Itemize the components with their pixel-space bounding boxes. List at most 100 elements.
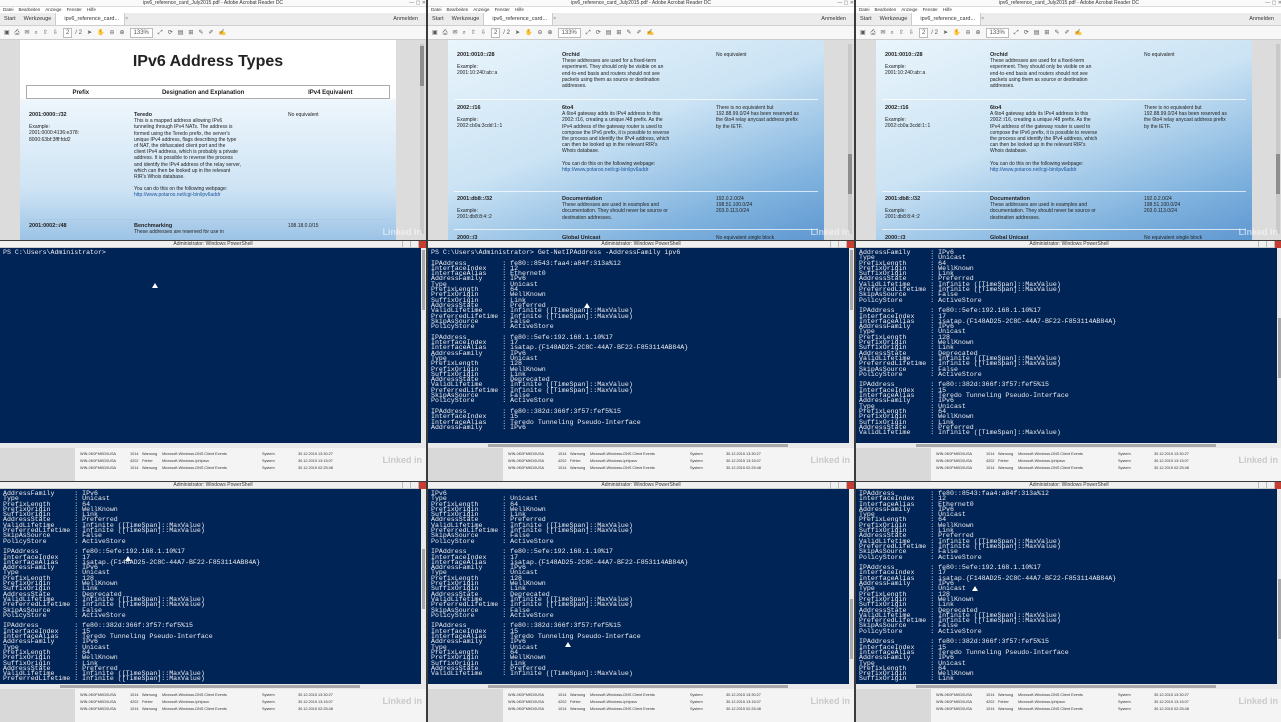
- hand-icon[interactable]: ✋: [953, 30, 960, 36]
- sign-in-link[interactable]: Anmelden: [389, 13, 422, 26]
- select-icon[interactable]: ➤: [87, 30, 92, 36]
- menu-item[interactable]: Bearbeiten: [19, 7, 41, 12]
- event-row[interactable]: WIN-0K0FMKD0USA 1014 Warnung Microsoft-Wind…: [936, 706, 1278, 713]
- zoom-in-icon[interactable]: ⊕: [976, 30, 981, 36]
- minimize-button[interactable]: [1258, 241, 1266, 248]
- menu-item[interactable]: Fenster: [67, 7, 82, 12]
- sign-in-link[interactable]: Anmelden: [817, 13, 850, 26]
- event-row[interactable]: WIN-0K0FMKD0USA 4202 Fehler Microsoft-Windo…: [936, 699, 1278, 706]
- console-output[interactable]: PS C:\Users\Administrator>: [0, 248, 426, 443]
- vertical-scrollbar[interactable]: [1277, 489, 1281, 684]
- event-row[interactable]: WIN-0K0FMKD0USA 1014 Warnung Microsoft-Wind…: [508, 692, 850, 699]
- sign-icon[interactable]: ✍: [219, 30, 226, 36]
- scrollbar-thumb[interactable]: [916, 444, 1216, 447]
- document-viewport[interactable]: IPv6 Address Types Prefix Designation and …: [0, 40, 426, 240]
- maximize-button[interactable]: [838, 482, 846, 489]
- comment-icon[interactable]: ✎: [1054, 30, 1059, 36]
- down-icon[interactable]: ⇩: [53, 30, 58, 36]
- console-output[interactable]: PS C:\Users\Administrator> Get-NetIPAddr…: [428, 248, 854, 443]
- tab-tools[interactable]: Werkzeuge: [20, 13, 56, 26]
- event-row[interactable]: WIN-0K0FMKD0USA 1014 Warnung Microsoft-Wind…: [80, 706, 422, 713]
- up-icon[interactable]: ⇧: [899, 30, 904, 36]
- rotate-icon[interactable]: ⟳: [596, 30, 601, 36]
- menu-item[interactable]: Datei: [3, 7, 14, 12]
- menu-item[interactable]: Datei: [859, 7, 870, 12]
- page-number-input[interactable]: 2: [918, 28, 929, 38]
- zoom-select[interactable]: 133%: [985, 28, 1009, 38]
- webpage-link[interactable]: http://www.potaroo.net/cgi-bin/ipv6addr: [990, 167, 1130, 173]
- window-controls[interactable]: — ▢ ✕: [826, 0, 854, 6]
- save-icon[interactable]: ▣: [4, 30, 10, 36]
- search-icon[interactable]: ⌕: [891, 30, 894, 36]
- tab-document[interactable]: ipv6_reference_card... ×: [483, 13, 556, 25]
- scrollbar-thumb[interactable]: [850, 250, 853, 310]
- document-viewport[interactable]: 2001:0010::/28 Example: 2001:10:240:ab::a O…: [856, 40, 1281, 240]
- vertical-scrollbar[interactable]: [849, 248, 854, 443]
- minimize-button[interactable]: [402, 241, 410, 248]
- maximize-button[interactable]: [838, 241, 846, 248]
- up-icon[interactable]: ⇧: [471, 30, 476, 36]
- scrollbar-thumb[interactable]: [488, 685, 788, 688]
- menu-item[interactable]: Bearbeiten: [875, 7, 897, 12]
- scrollbar-thumb[interactable]: [60, 685, 360, 688]
- maximize-button[interactable]: [1266, 241, 1274, 248]
- console-output[interactable]: IPv6 Type : Unicast PrefixLength : 64 Pr…: [428, 489, 854, 684]
- sign-in-link[interactable]: Anmelden: [1245, 13, 1278, 26]
- console-output[interactable]: AddressFamily : IPv6 Type : Unicast Pref…: [856, 248, 1281, 443]
- event-row[interactable]: WIN-0K0FMKD0USA 1014 Warnung Microsoft-Wind…: [508, 706, 850, 713]
- close-button[interactable]: [846, 241, 854, 248]
- menu-item[interactable]: Anzeige: [473, 7, 489, 12]
- page-number-input[interactable]: 2: [62, 28, 73, 38]
- event-row[interactable]: WIN-0K0FMKD0USA 4202 Fehler Microsoft-Windo…: [936, 458, 1278, 465]
- event-row[interactable]: WIN-0K0FMKD0USA 1014 Warnung Microsoft-Wind…: [936, 692, 1278, 699]
- event-row[interactable]: WIN-0K0FMKD0USA 1014 Warnung Microsoft-Wind…: [936, 451, 1278, 458]
- menu-item[interactable]: Hilfe: [943, 7, 952, 12]
- maximize-button[interactable]: [410, 482, 418, 489]
- webpage-link[interactable]: http://www.potaroo.net/cgi-bin/ipv6addr: [562, 167, 702, 173]
- maximize-button[interactable]: [1266, 482, 1274, 489]
- mail-icon[interactable]: ✉: [452, 30, 457, 36]
- down-icon[interactable]: ⇩: [909, 30, 914, 36]
- tab-close-icon[interactable]: ×: [123, 13, 130, 26]
- print-icon[interactable]: ⎙: [15, 30, 20, 36]
- highlight-icon[interactable]: ✐: [1064, 30, 1069, 36]
- menu-item[interactable]: Hilfe: [515, 7, 524, 12]
- page-number-input[interactable]: 2: [490, 28, 501, 38]
- window-controls[interactable]: — ▢ ✕: [398, 0, 426, 6]
- mail-icon[interactable]: ✉: [880, 30, 885, 36]
- tab-document[interactable]: ipv6_reference_card... ×: [55, 13, 128, 25]
- close-button[interactable]: [1274, 241, 1281, 248]
- event-row[interactable]: WIN-0K0FMKD0USA 1014 Warnung Microsoft-Wind…: [936, 465, 1278, 472]
- scrollbar-thumb[interactable]: [422, 250, 425, 310]
- save-icon[interactable]: ▣: [432, 30, 438, 36]
- minimize-button[interactable]: [402, 482, 410, 489]
- scrollbar-thumb[interactable]: [1276, 154, 1280, 194]
- close-button[interactable]: [1274, 482, 1281, 489]
- maximize-button[interactable]: [410, 241, 418, 248]
- vertical-scrollbar[interactable]: [849, 489, 854, 684]
- tools-icon[interactable]: ⊞: [616, 30, 621, 36]
- highlight-icon[interactable]: ✐: [208, 30, 213, 36]
- scroll-icon[interactable]: ▤: [178, 30, 184, 36]
- fit-icon[interactable]: ⤢: [1014, 30, 1019, 36]
- zoom-in-icon[interactable]: ⊕: [120, 30, 125, 36]
- minimize-button[interactable]: [1258, 482, 1266, 489]
- menu-item[interactable]: Datei: [431, 7, 442, 12]
- close-button[interactable]: [418, 241, 426, 248]
- menu-item[interactable]: Hilfe: [87, 7, 96, 12]
- mail-icon[interactable]: ✉: [24, 30, 29, 36]
- vertical-scrollbar[interactable]: [420, 44, 424, 234]
- event-row[interactable]: WIN-0K0FMKD0USA 1014 Warnung Microsoft-Wind…: [80, 692, 422, 699]
- event-row[interactable]: WIN-0K0FMKD0USA 1014 Warnung Microsoft-Wind…: [80, 465, 422, 472]
- event-row[interactable]: WIN-0K0FMKD0USA 4202 Fehler Microsoft-Windo…: [508, 699, 850, 706]
- zoom-out-icon[interactable]: ⊖: [965, 30, 970, 36]
- tab-close-icon[interactable]: ×: [551, 13, 558, 26]
- console-output[interactable]: IPAddress : fe80::8543:faa4:a84f:313a%12…: [856, 489, 1281, 684]
- tab-tools[interactable]: Werkzeuge: [448, 13, 484, 26]
- minimize-button[interactable]: [830, 241, 838, 248]
- zoom-in-icon[interactable]: ⊕: [548, 30, 553, 36]
- scroll-icon[interactable]: ▤: [1034, 30, 1040, 36]
- tab-tools[interactable]: Werkzeuge: [876, 13, 912, 26]
- webpage-link[interactable]: http://www.potaroo.net/cgi-bin/ipv6addr: [134, 192, 274, 198]
- comment-icon[interactable]: ✎: [626, 30, 631, 36]
